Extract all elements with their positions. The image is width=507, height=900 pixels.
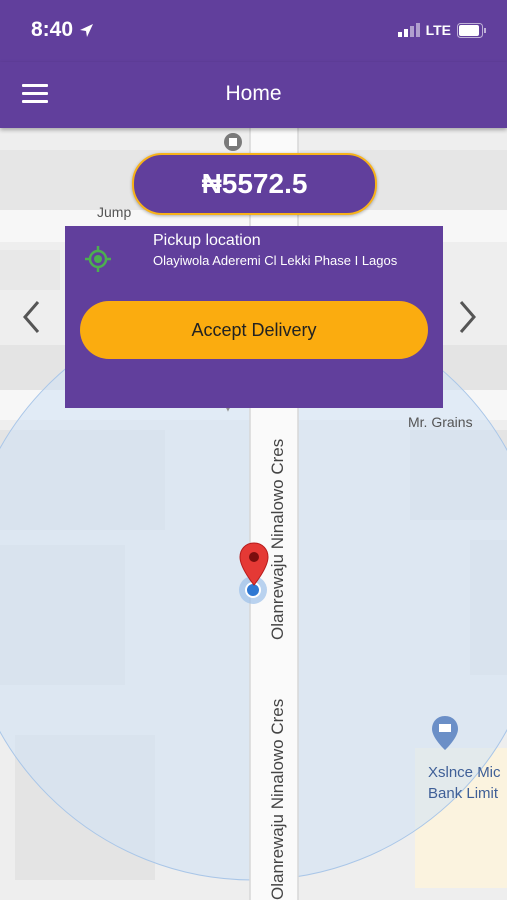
pickup-label: Pickup location — [153, 232, 261, 249]
time-text: 8:40 — [31, 18, 74, 41]
status-indicators: LTE — [397, 22, 487, 38]
chevron-right-icon[interactable] — [455, 298, 479, 336]
battery-icon — [457, 22, 486, 38]
status-bar: 8:40 LTE — [0, 0, 507, 62]
street-label-bottom: Olanrewaju Ninalowo Cres — [268, 698, 287, 900]
status-time: 8:40 — [31, 18, 94, 42]
pickup-address: Olayiwola Aderemi Cl Lekki Phase I Lagos — [153, 253, 398, 268]
target-icon — [85, 246, 111, 272]
chevron-left-icon[interactable] — [20, 298, 44, 336]
app-header: Home — [0, 62, 507, 128]
street-label-top: Olanrewaju Ninalowo Cres — [268, 438, 287, 640]
bank-icon[interactable] — [431, 715, 459, 751]
location-arrow-icon — [79, 23, 93, 37]
bank-label: Xslnce Mic Bank Limit — [428, 764, 501, 802]
accept-delivery-button[interactable]: Accept Delivery — [80, 301, 428, 359]
delivery-card: Pickup location Olayiwola Aderemi Cl Lek… — [65, 226, 443, 408]
map-pin-icon[interactable] — [239, 542, 269, 586]
signal-icon — [397, 23, 420, 37]
place-label-grains: Mr. Grains — [408, 414, 473, 430]
delivery-price: ₦5572.5 — [132, 153, 377, 215]
network-label: LTE — [425, 22, 451, 38]
page-title: Home — [225, 82, 282, 105]
place-label-jump: Jump — [97, 204, 132, 220]
